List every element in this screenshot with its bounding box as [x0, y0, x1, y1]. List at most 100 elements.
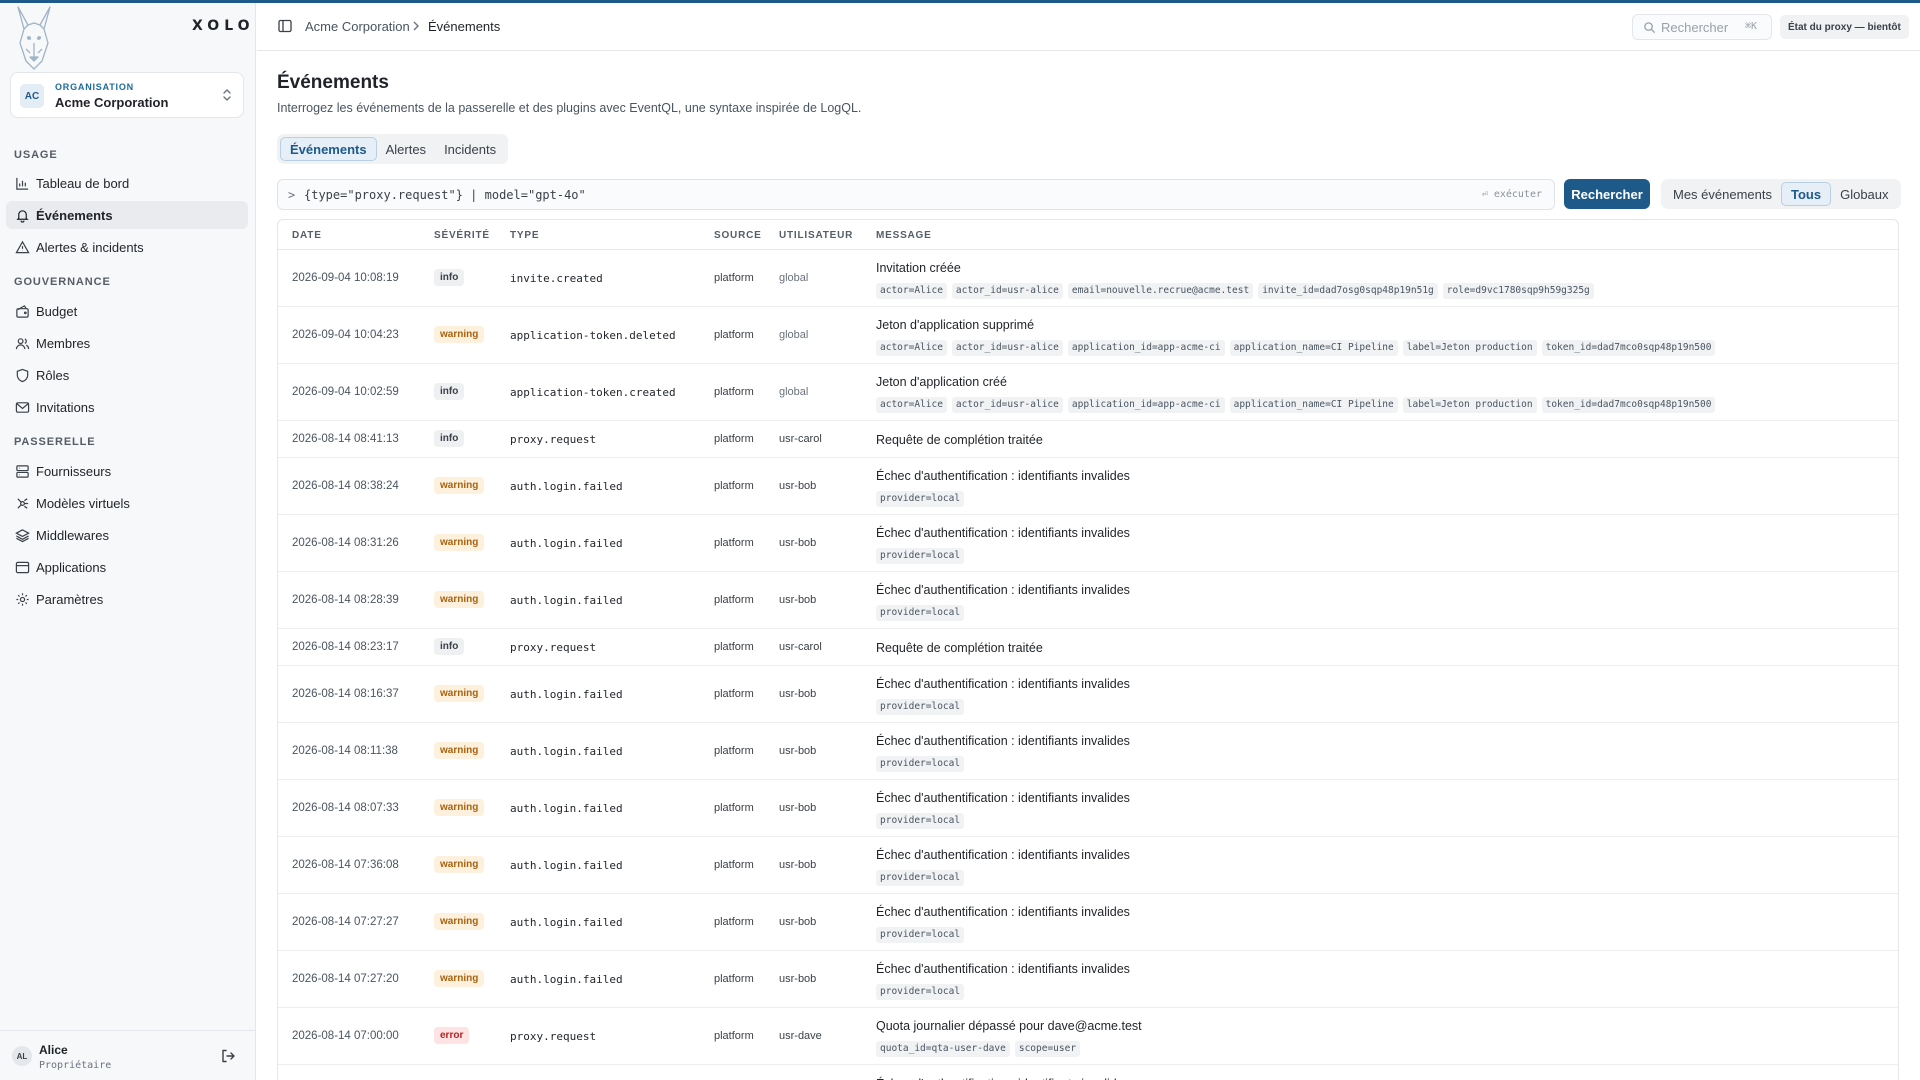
- tag-chip[interactable]: provider=local: [876, 491, 965, 507]
- sidebar-item-providers[interactable]: Fournisseurs: [6, 457, 248, 485]
- event-date: 2026-08-14 08:23:17: [292, 641, 399, 653]
- tag-chip[interactable]: application_name=CI Pipeline: [1229, 340, 1398, 356]
- user-footer: AL Alice Propriétaire: [0, 1030, 256, 1080]
- sidebar-item-budget[interactable]: Budget: [6, 297, 248, 325]
- tag-chip[interactable]: provider=local: [876, 984, 965, 1000]
- tag-chip[interactable]: application_name=CI Pipeline: [1229, 397, 1398, 413]
- event-message: Échec d'authentification : identifiants …: [876, 526, 1130, 540]
- organization-switcher[interactable]: AC ORGANISATION Acme Corporation: [10, 72, 244, 118]
- column-header-date[interactable]: DATE: [292, 230, 322, 241]
- global-search[interactable]: ⌘K: [1632, 14, 1772, 40]
- sidebar-item-virtual-models[interactable]: Modèles virtuels: [6, 489, 248, 517]
- sidebar-item-roles[interactable]: Rôles: [6, 361, 248, 389]
- severity-cell: warning: [434, 913, 485, 930]
- tag-chip[interactable]: label=Jeton production: [1402, 340, 1537, 356]
- tag-chip[interactable]: email=nouvelle.recrue@acme.test: [1067, 283, 1254, 299]
- table-row[interactable]: 2026-08-14 08:07:33 warning auth.login.fai…: [278, 780, 1898, 837]
- event-date: 2026-08-14 08:31:26: [292, 537, 399, 549]
- sidebar-item-applications[interactable]: Applications: [6, 553, 248, 581]
- tag-chip[interactable]: provider=local: [876, 699, 965, 715]
- column-header-user[interactable]: UTILISATEUR: [779, 230, 853, 241]
- event-type: auth.login.failed: [510, 802, 623, 815]
- scope-all[interactable]: Tous: [1781, 182, 1832, 206]
- alert-triangle-icon: [15, 240, 30, 255]
- search-input[interactable]: [1661, 19, 1741, 35]
- table-row[interactable]: 2026-09-04 10:08:19 info invite.created pla…: [278, 250, 1898, 307]
- event-user: usr-bob: [779, 480, 817, 492]
- event-source: platform: [714, 386, 754, 398]
- cpu-icon: [15, 496, 30, 511]
- table-row[interactable]: 2026-08-14 08:38:24 warning auth.login.fai…: [278, 458, 1898, 515]
- bar-chart-icon: [15, 176, 30, 191]
- table-row[interactable]: 2026-08-14 08:23:17 info proxy.request plat…: [278, 629, 1898, 666]
- event-source: platform: [714, 480, 754, 492]
- tag-chip[interactable]: role=d9vc1780sqp9h59g325g: [1442, 283, 1594, 299]
- table-row[interactable]: 2026-09-04 10:04:23 warning application-to…: [278, 307, 1898, 364]
- event-type: invite.created: [510, 272, 603, 285]
- column-header-type[interactable]: TYPE: [510, 230, 539, 241]
- event-date: 2026-08-14 07:27:27: [292, 916, 399, 928]
- tag-chip[interactable]: provider=local: [876, 756, 965, 772]
- severity-badge: info: [434, 638, 465, 655]
- logout-icon[interactable]: [220, 1048, 236, 1064]
- tab-alerts[interactable]: Alertes: [377, 137, 435, 161]
- search-button[interactable]: Rechercher: [1564, 179, 1650, 209]
- table-row[interactable]: 2026-08-14 08:31:26 warning auth.login.fai…: [278, 515, 1898, 572]
- column-header-message[interactable]: MESSAGE: [876, 230, 932, 241]
- sidebar-toggle-icon[interactable]: [277, 18, 293, 34]
- tab-incidents[interactable]: Incidents: [435, 137, 505, 161]
- table-row[interactable]: 2026-08-14 08:41:13 info proxy.request plat…: [278, 421, 1898, 458]
- tag-chip[interactable]: application_id=app-acme-ci: [1067, 397, 1225, 413]
- view-tabs: Événements Alertes Incidents: [277, 134, 509, 164]
- sidebar-item-events[interactable]: Événements: [6, 201, 248, 229]
- sidebar-item-settings[interactable]: Paramètres: [6, 585, 248, 613]
- table-row[interactable]: 2026-08-14 07:27:27 warning auth.login.fai…: [278, 894, 1898, 951]
- tag-chip[interactable]: actor=Alice: [876, 283, 947, 299]
- column-header-severity[interactable]: SÉVÉRITÉ: [434, 230, 490, 241]
- tab-events[interactable]: Événements: [280, 137, 377, 161]
- sidebar-item-alerts[interactable]: Alertes & incidents: [6, 233, 248, 261]
- table-row[interactable]: 2026-08-14 07:36:08 warning auth.login.fai…: [278, 837, 1898, 894]
- tag-chip[interactable]: invite_id=dad7osg0sqp48p19n51g: [1258, 283, 1438, 299]
- table-row[interactable]: 2026-08-14 08:16:37 warning auth.login.fai…: [278, 666, 1898, 723]
- tag-chip[interactable]: provider=local: [876, 605, 965, 621]
- tag-chip[interactable]: actor=Alice: [876, 397, 947, 413]
- severity-cell: error: [434, 1027, 470, 1044]
- tag-chip[interactable]: token_id=dad7mco0sqp48p19n500: [1541, 340, 1716, 356]
- tag-chip[interactable]: provider=local: [876, 813, 965, 829]
- table-row[interactable]: Échec d'authentification : identifiants …: [278, 1065, 1898, 1080]
- tag-chip[interactable]: provider=local: [876, 870, 965, 886]
- tag-chip[interactable]: token_id=dad7mco0sqp48p19n500: [1541, 397, 1716, 413]
- table-row[interactable]: 2026-09-04 10:02:59 info application-token…: [278, 364, 1898, 421]
- app-window-icon: [15, 560, 30, 575]
- sidebar-item-members[interactable]: Membres: [6, 329, 248, 357]
- tag-chip[interactable]: provider=local: [876, 548, 965, 564]
- event-tags: provider=local: [876, 756, 965, 772]
- scope-global[interactable]: Globaux: [1831, 182, 1897, 206]
- sidebar-item-dashboard[interactable]: Tableau de bord: [6, 169, 248, 197]
- event-date: 2026-08-14 08:41:13: [292, 433, 399, 445]
- table-row[interactable]: 2026-08-14 08:11:38 warning auth.login.fai…: [278, 723, 1898, 780]
- tag-chip[interactable]: scope=user: [1014, 1041, 1081, 1057]
- scope-my-events[interactable]: Mes événements: [1664, 182, 1781, 206]
- tag-chip[interactable]: actor_id=usr-alice: [951, 283, 1063, 299]
- table-row[interactable]: 2026-08-14 07:00:00 error proxy.request pla…: [278, 1008, 1898, 1065]
- proxy-status-badge: État du proxy — bientôt: [1780, 15, 1909, 39]
- event-type: auth.login.failed: [510, 537, 623, 550]
- query-input[interactable]: [304, 186, 1404, 204]
- tag-chip[interactable]: application_id=app-acme-ci: [1067, 340, 1225, 356]
- breadcrumb-organization[interactable]: Acme Corporation: [305, 19, 410, 34]
- table-row[interactable]: 2026-08-14 08:28:39 warning auth.login.fai…: [278, 572, 1898, 629]
- tag-chip[interactable]: actor=Alice: [876, 340, 947, 356]
- sidebar-item-invitations[interactable]: Invitations: [6, 393, 248, 421]
- tag-chip[interactable]: label=Jeton production: [1402, 397, 1537, 413]
- tag-chip[interactable]: quota_id=qta-user-dave: [876, 1041, 1010, 1057]
- tag-chip[interactable]: provider=local: [876, 927, 965, 943]
- column-header-source[interactable]: SOURCE: [714, 230, 762, 241]
- event-user: usr-bob: [779, 688, 817, 700]
- sidebar-item-middlewares[interactable]: Middlewares: [6, 521, 248, 549]
- tag-chip[interactable]: actor_id=usr-alice: [951, 397, 1063, 413]
- severity-badge: error: [434, 1027, 470, 1044]
- table-row[interactable]: 2026-08-14 07:27:20 warning auth.login.fai…: [278, 951, 1898, 1008]
- tag-chip[interactable]: actor_id=usr-alice: [951, 340, 1063, 356]
